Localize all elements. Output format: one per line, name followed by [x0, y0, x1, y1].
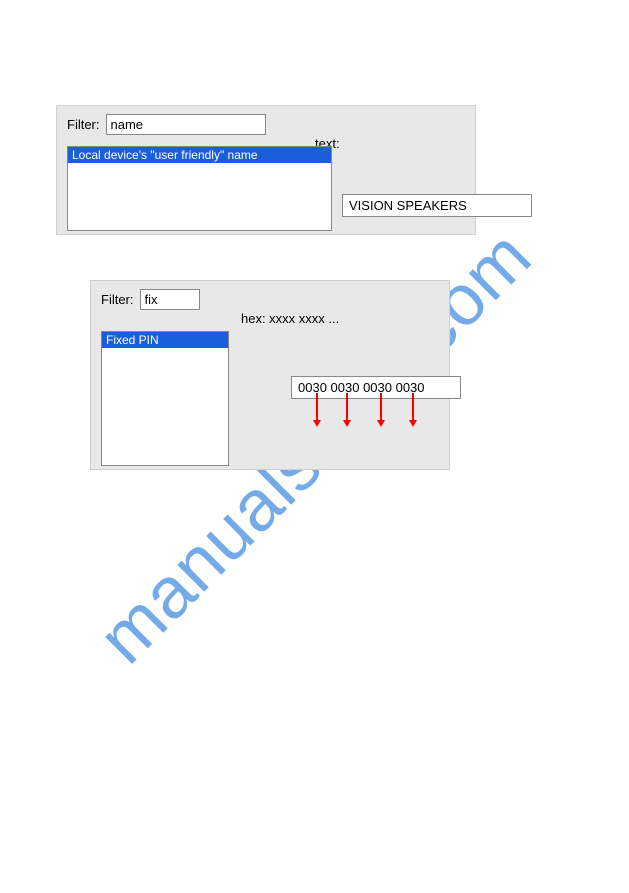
filter-label: Filter: — [67, 117, 100, 132]
results-listbox[interactable]: Local device's "user friendly" name — [67, 146, 332, 231]
list-item-selected[interactable]: Fixed PIN — [102, 332, 228, 348]
arrow-down-icon — [346, 393, 348, 421]
filter-input-fix[interactable] — [140, 289, 200, 310]
text-value-field[interactable]: VISION SPEAKERS — [342, 194, 532, 217]
panel-fix-filter: Filter: hex: xxxx xxxx ... Fixed PIN 003… — [90, 280, 450, 470]
list-item-selected[interactable]: Local device's "user friendly" name — [68, 147, 331, 163]
filter-row: Filter: — [57, 106, 475, 143]
arrow-down-icon — [412, 393, 414, 421]
results-listbox[interactable]: Fixed PIN — [101, 331, 229, 466]
panel-name-filter: Filter: text: Local device's "user frien… — [56, 105, 476, 235]
arrow-down-icon — [316, 393, 318, 421]
arrow-down-icon — [380, 393, 382, 421]
hex-label: hex: xxxx xxxx ... — [241, 311, 339, 326]
filter-label: Filter: — [101, 292, 134, 307]
filter-input-name[interactable] — [106, 114, 266, 135]
